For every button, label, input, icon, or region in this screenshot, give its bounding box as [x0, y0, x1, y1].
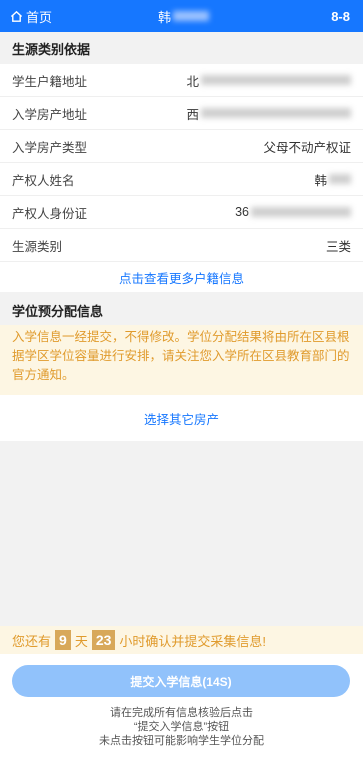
- home-icon: [10, 10, 23, 22]
- row-value: 韩: [314, 173, 327, 188]
- row-label: 产权人身份证: [12, 206, 88, 221]
- row-source-category: 生源类别 三类: [0, 229, 363, 262]
- submit-enrollment-button[interactable]: 提交入学信息(14S): [12, 665, 350, 697]
- row-owner-name: 产权人姓名 韩: [0, 163, 363, 196]
- top-bar: 首页 韩 8-8: [0, 0, 363, 32]
- row-label: 入学房产类型: [12, 140, 88, 155]
- row-value: 北: [186, 74, 199, 89]
- hint-line: 未点击按钮可能影响学生学位分配: [99, 735, 264, 747]
- row-value: 父母不动产权证: [263, 140, 351, 155]
- row-value: 36: [235, 205, 249, 219]
- submit-hint: 请在完成所有信息核验后点击 “提交入学信息”按钮 未点击按钮可能影响学生学位分配: [0, 706, 363, 748]
- row-label: 产权人姓名: [12, 173, 75, 188]
- home-label: 首页: [26, 9, 53, 25]
- row-value: 西: [186, 107, 199, 122]
- redacted-text: [329, 174, 351, 184]
- page-title: 韩: [158, 0, 210, 32]
- row-label: 生源类别: [12, 239, 63, 254]
- header-badge: 8-8: [331, 8, 350, 24]
- redacted-text: [201, 75, 351, 85]
- countdown-banner: 您还有 9 天 23 小时确认并提交采集信息!: [0, 626, 363, 654]
- redacted-text: [201, 108, 351, 118]
- row-label: 入学房产地址: [12, 107, 88, 122]
- source-category-link[interactable]: 三类: [326, 236, 351, 255]
- row-label: 学生户籍地址: [12, 74, 88, 89]
- row-property-address: 入学房产地址 西: [0, 97, 363, 130]
- redacted-text: [173, 11, 210, 21]
- hint-line: 请在完成所有信息核验后点击: [110, 707, 253, 719]
- row-owner-id: 产权人身份证 36: [0, 196, 363, 229]
- hint-line: “提交入学信息”按钮: [133, 721, 230, 733]
- row-property-type: 入学房产类型 父母不动产权证: [0, 130, 363, 163]
- countdown-prefix: 您还有: [12, 633, 52, 649]
- redacted-text: [251, 207, 351, 217]
- basis-section-title: 生源类别依据: [0, 32, 363, 64]
- view-more-household-link[interactable]: 点击查看更多户籍信息: [0, 262, 363, 292]
- countdown-hours: 23: [91, 630, 116, 650]
- countdown-suffix: 小时确认并提交采集信息!: [119, 633, 267, 649]
- choose-other-property-link[interactable]: 选择其它房产: [0, 395, 363, 441]
- footer: 提交入学信息(14S) 请在完成所有信息核验后点击 “提交入学信息”按钮 未点击…: [0, 654, 363, 780]
- row-household-address: 学生户籍地址 北: [0, 64, 363, 97]
- home-link[interactable]: 首页: [10, 0, 52, 32]
- allocation-notice: 入学信息一经提交，不得修改。学位分配结果将由所在区县根据学区学位容量进行安排，请…: [0, 325, 363, 395]
- countdown-day-unit: 天: [74, 633, 88, 649]
- allocation-section-title: 学位预分配信息: [0, 296, 363, 325]
- basis-panel: 学生户籍地址 北 入学房产地址 西 入学房产类型 父母不动产权证 产权人姓名 韩…: [0, 64, 363, 292]
- countdown-days: 9: [55, 630, 71, 650]
